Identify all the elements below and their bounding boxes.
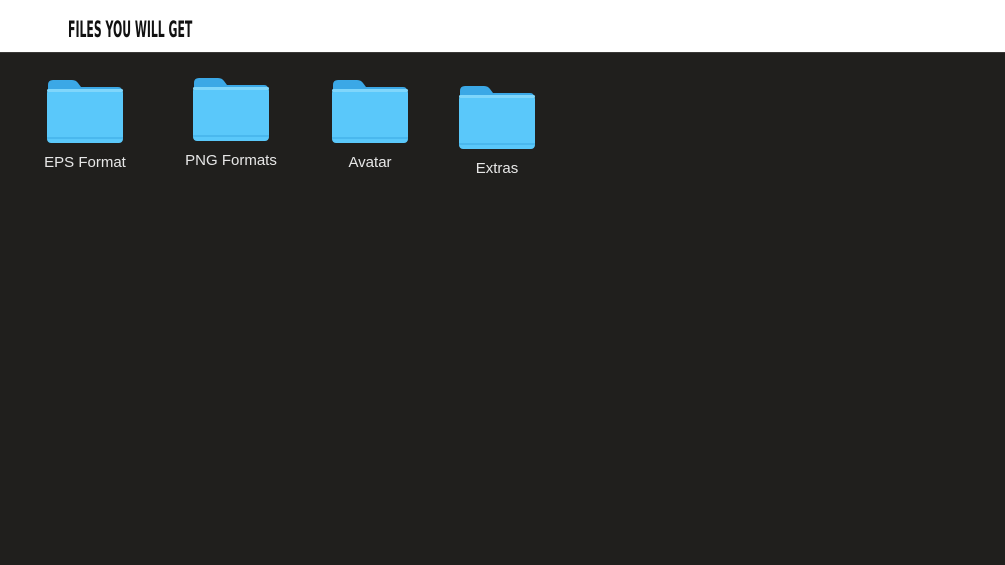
- folder-label: PNG Formats: [185, 152, 277, 169]
- finder-window: EPS Format PNG Formats Avatar Extras: [0, 52, 1005, 565]
- folder-eps-format[interactable]: EPS Format: [25, 77, 145, 171]
- page: FILES YOU WILL GET EPS Format PNG Format…: [0, 0, 1005, 565]
- folder-icon: [459, 86, 535, 149]
- folder-png-formats[interactable]: PNG Formats: [171, 75, 291, 169]
- folder-label: Extras: [475, 160, 519, 177]
- folder-icon: [332, 80, 408, 143]
- folder-icon: [47, 80, 123, 143]
- folder-extras[interactable]: Extras: [437, 83, 557, 177]
- folder-label: EPS Format: [44, 154, 126, 171]
- page-title: FILES YOU WILL GET: [68, 18, 193, 43]
- folder-icon: [193, 78, 269, 141]
- folder-avatar[interactable]: Avatar: [310, 77, 430, 171]
- folder-label: Avatar: [348, 154, 392, 171]
